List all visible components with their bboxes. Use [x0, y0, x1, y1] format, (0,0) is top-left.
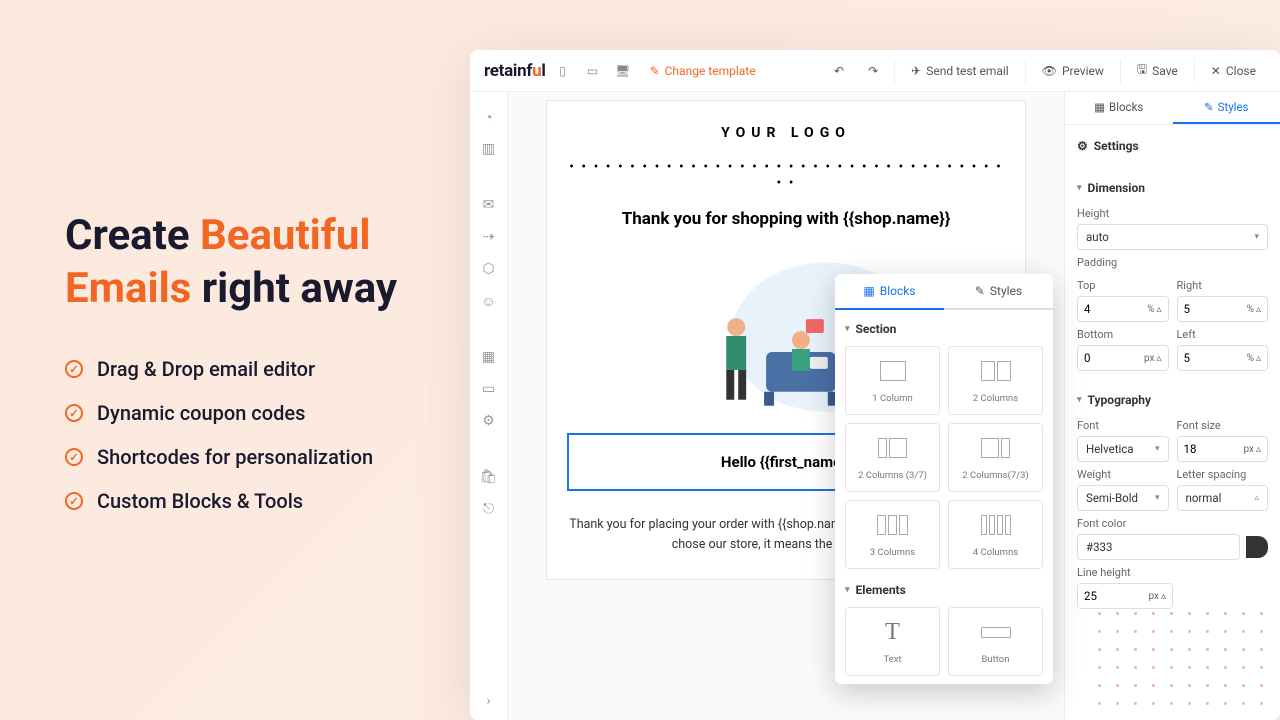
change-template-button[interactable]: ✎ Change template: [640, 58, 766, 84]
chevron-down-icon: ▾: [1077, 183, 1082, 193]
nav-apps-icon[interactable]: ▦: [476, 344, 502, 370]
popup-tab-blocks[interactable]: ▦ Blocks: [835, 274, 944, 310]
topbar: retainful ▯ ▭ 🖥 ✎ Change template ↶ ↷ ✈ …: [470, 50, 1280, 92]
check-icon: [65, 492, 83, 510]
device-desktop-icon[interactable]: 🖥: [610, 58, 636, 84]
feature-list: Drag & Drop email editor Dynamic coupon …: [65, 357, 465, 513]
weight-select[interactable]: Semi-Bold▾: [1077, 485, 1169, 511]
block-4-columns[interactable]: 4 Columns: [948, 500, 1043, 569]
close-button[interactable]: ✕ Close: [1201, 58, 1266, 84]
decorative-dots: [1098, 612, 1268, 710]
element-text[interactable]: TText: [845, 607, 940, 676]
device-mobile-icon[interactable]: ▯: [550, 58, 576, 84]
redo-button[interactable]: ↷: [858, 58, 888, 84]
block-3-columns[interactable]: 3 Columns: [845, 500, 940, 569]
fontcolor-input[interactable]: #333: [1077, 534, 1240, 560]
chevron-down-icon: ▾: [845, 585, 850, 595]
panel-tab-blocks[interactable]: ▦ Blocks: [1065, 92, 1173, 124]
padding-left-input[interactable]: %▵: [1177, 345, 1269, 371]
email-headline[interactable]: Thank you for shopping with {{shop.name}…: [567, 209, 1005, 229]
block-2-columns-37[interactable]: 2 Columns (3/7): [845, 423, 940, 492]
panel-tab-styles[interactable]: ✎ Styles: [1173, 92, 1280, 124]
color-swatch[interactable]: [1246, 536, 1268, 558]
nav-logout-icon[interactable]: ⎋: [476, 496, 502, 522]
email-logo[interactable]: YOUR LOGO: [567, 125, 1005, 141]
left-nav: ◔ ▥ ✉ ⇢ ⬡ ☺ ▦ ▭ ⚙ 🛍 ⎋ ›: [470, 92, 508, 720]
undo-button[interactable]: ↶: [824, 58, 854, 84]
nav-card-icon[interactable]: ▭: [476, 376, 502, 402]
nav-flow-icon[interactable]: ⇢: [476, 224, 502, 250]
popup-tab-styles[interactable]: ✎ Styles: [944, 274, 1053, 310]
nav-shop-icon[interactable]: 🛍: [476, 464, 502, 490]
fontsize-input[interactable]: px▵: [1177, 436, 1269, 462]
nav-analytics-icon[interactable]: ▥: [476, 136, 502, 162]
font-select[interactable]: Helvetica▾: [1077, 436, 1169, 462]
nav-settings-icon[interactable]: ⚙: [476, 408, 502, 434]
height-select[interactable]: auto▾: [1077, 224, 1268, 250]
blocks-popup: ▦ Blocks ✎ Styles ▾Section 1 Column 2 Co…: [835, 274, 1053, 684]
nav-customers-icon[interactable]: ☺: [476, 288, 502, 314]
save-button[interactable]: 🖫 Save: [1127, 54, 1188, 87]
nav-collapse-icon[interactable]: ›: [476, 688, 502, 714]
element-button[interactable]: Button: [948, 607, 1043, 676]
chevron-down-icon: ▾: [845, 324, 850, 334]
block-2-columns[interactable]: 2 Columns: [948, 346, 1043, 415]
nav-mail-icon[interactable]: ✉: [476, 192, 502, 218]
typography-header[interactable]: ▾Typography: [1077, 387, 1268, 413]
padding-label: Padding: [1077, 256, 1268, 269]
nav-dashboard-icon[interactable]: ◔: [476, 104, 502, 130]
letterspacing-select[interactable]: normal▵: [1177, 485, 1269, 511]
height-label: Height: [1077, 207, 1268, 220]
check-icon: [65, 448, 83, 466]
check-icon: [65, 360, 83, 378]
nav-coupon-icon[interactable]: ⬡: [476, 256, 502, 282]
divider-dots: • • • • • • • • • • • • • • • • • • • • …: [567, 159, 1005, 191]
send-test-button[interactable]: ✈ Send test email: [901, 58, 1019, 84]
elements-group-header[interactable]: ▾Elements: [845, 579, 1043, 601]
chevron-down-icon: ▾: [1077, 395, 1082, 405]
headline: Create Beautiful Emails right away: [65, 210, 465, 315]
dimension-header[interactable]: ▾Dimension: [1077, 175, 1268, 201]
check-icon: [65, 404, 83, 422]
device-tablet-icon[interactable]: ▭: [580, 58, 606, 84]
padding-top-input[interactable]: %▵: [1077, 296, 1169, 322]
marketing-copy: Create Beautiful Emails right away Drag …: [65, 210, 465, 533]
brand-logo: retainful: [484, 61, 546, 81]
gear-icon: ⚙: [1077, 139, 1088, 153]
block-2-columns-73[interactable]: 2 Columns(7/3): [948, 423, 1043, 492]
block-1-column[interactable]: 1 Column: [845, 346, 940, 415]
section-group-header[interactable]: ▾Section: [845, 318, 1043, 340]
padding-bottom-input[interactable]: px▵: [1077, 345, 1169, 371]
lineheight-input[interactable]: px▵: [1077, 583, 1173, 609]
settings-header[interactable]: ⚙Settings: [1077, 133, 1268, 159]
padding-right-input[interactable]: %▵: [1177, 296, 1269, 322]
preview-button[interactable]: 👁 Preview: [1032, 58, 1114, 84]
